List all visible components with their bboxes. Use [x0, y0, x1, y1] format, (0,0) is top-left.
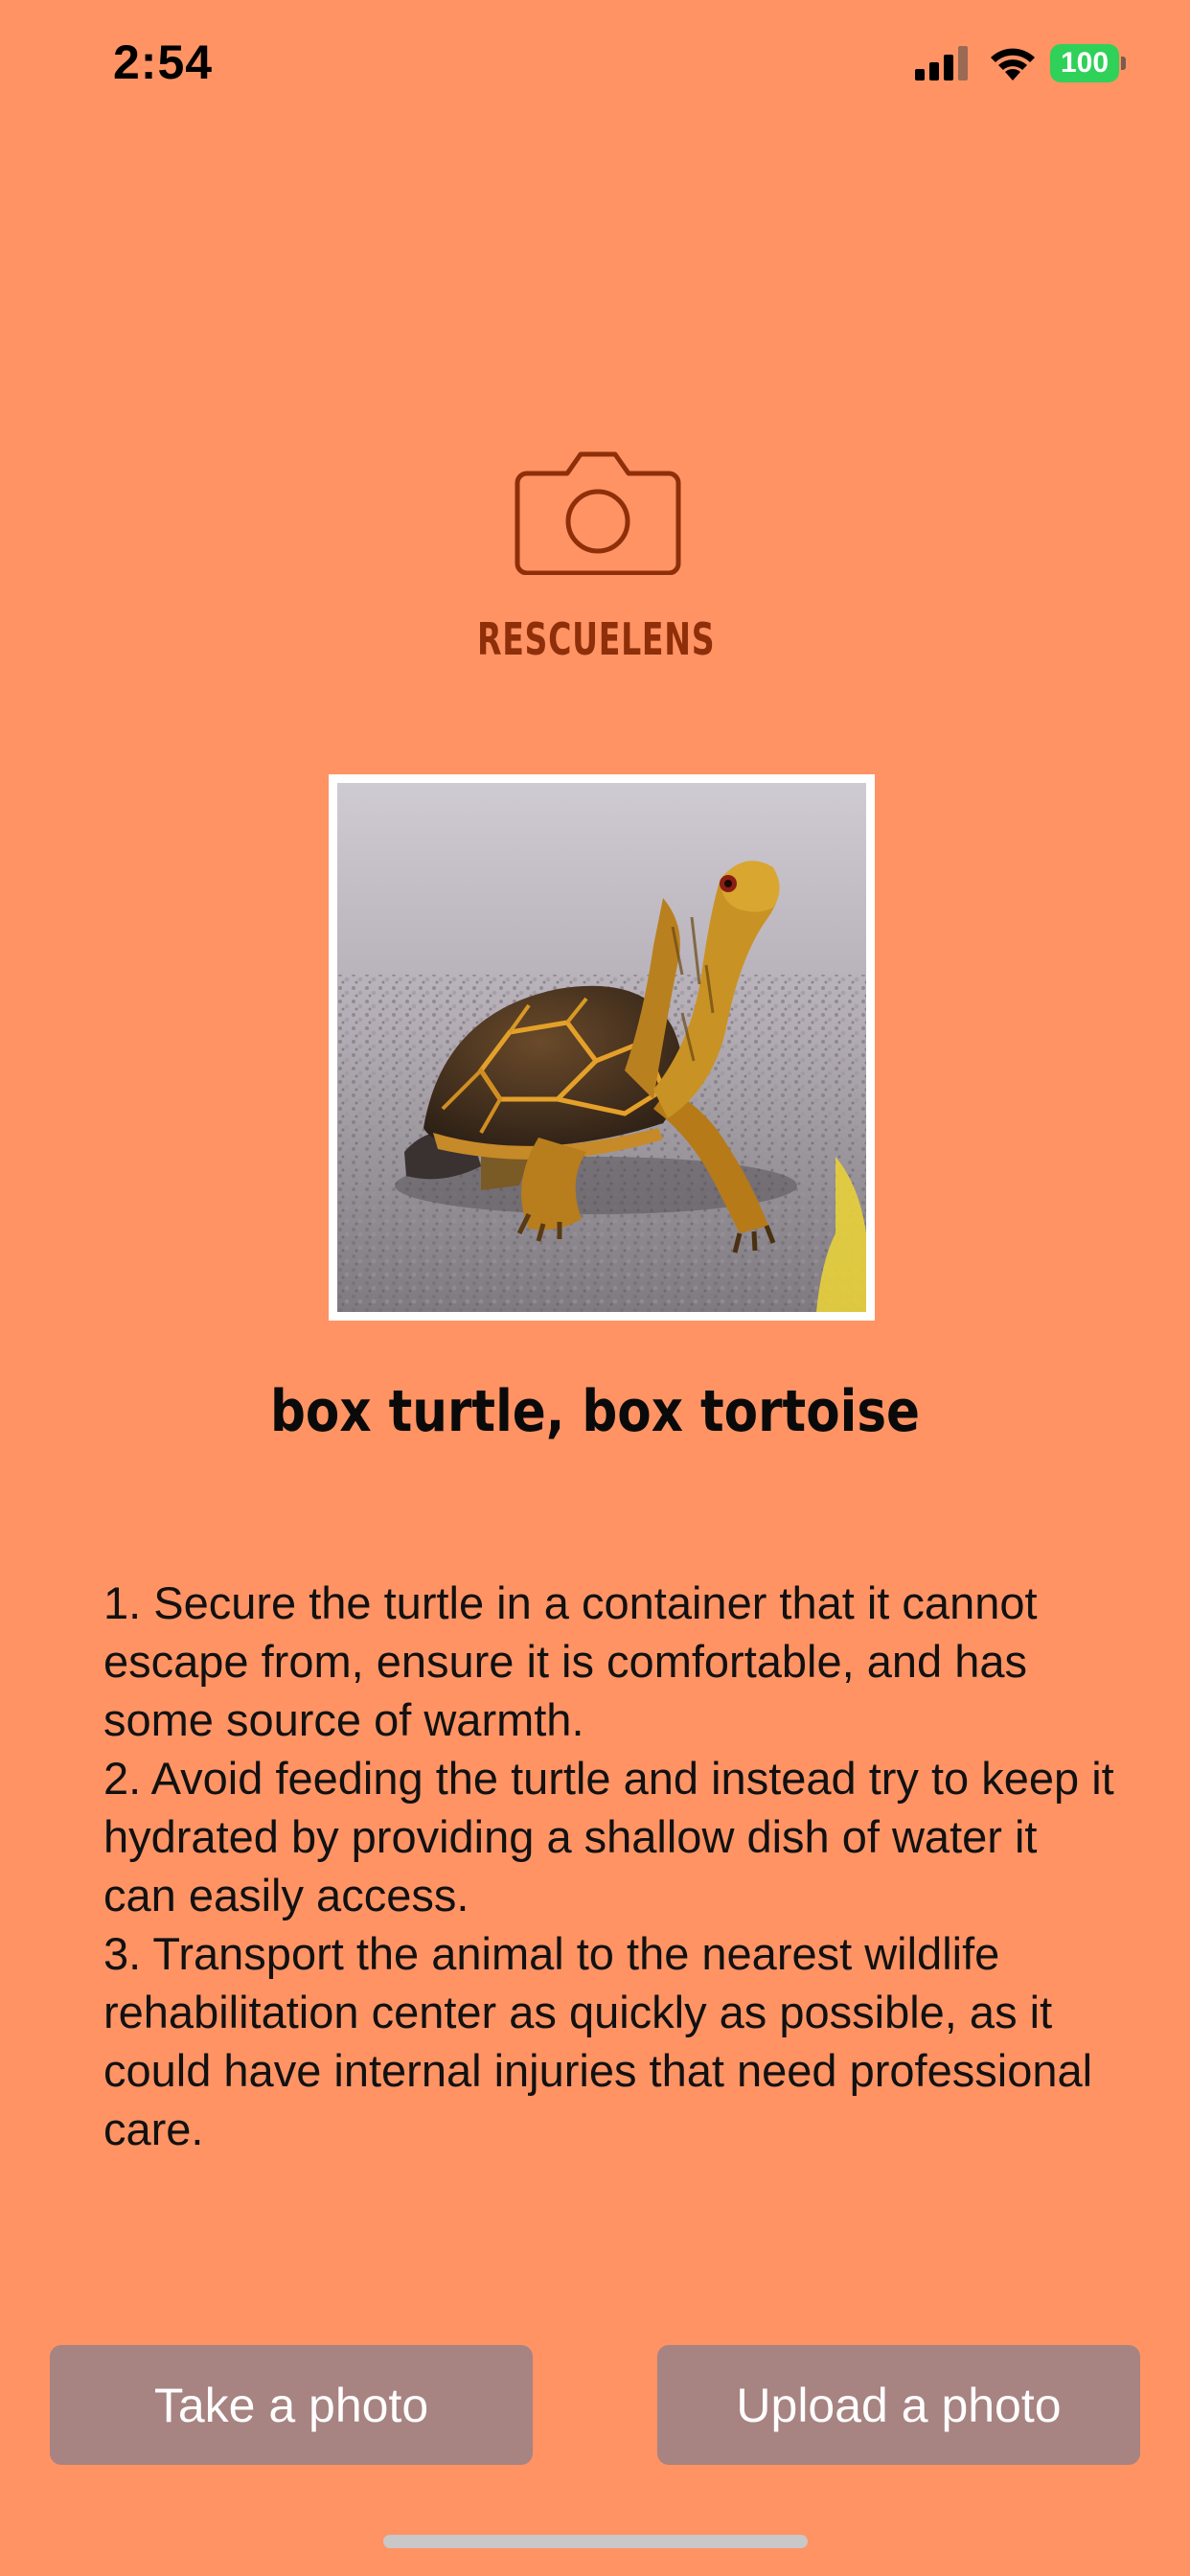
- signal-icon: [915, 46, 968, 80]
- home-indicator[interactable]: [383, 2535, 808, 2548]
- animal-photo: [329, 774, 875, 1321]
- wifi-icon: [991, 48, 1035, 80]
- instruction-step: 2. Avoid feeding the turtle and instead …: [103, 1753, 1114, 1920]
- status-bar: 2:54 100: [0, 0, 1190, 134]
- turtle-image: [337, 783, 866, 1312]
- battery-level: 100: [1050, 44, 1119, 82]
- battery-cap: [1121, 57, 1126, 70]
- care-instructions: 1. Secure the turtle in a container that…: [103, 1574, 1119, 2158]
- battery-icon: 100: [1050, 44, 1127, 82]
- instruction-step: 1. Secure the turtle in a container that…: [103, 1577, 1038, 1745]
- camera-icon: [515, 451, 681, 575]
- species-name: box turtle, box tortoise: [269, 1378, 921, 1445]
- status-time: 2:54: [113, 35, 214, 89]
- instruction-step: 3. Transport the animal to the nearest w…: [103, 1928, 1093, 2154]
- upload-photo-button[interactable]: Upload a photo: [657, 2345, 1140, 2465]
- app-title: RESCUELENS: [476, 613, 716, 665]
- take-photo-button[interactable]: Take a photo: [50, 2345, 533, 2465]
